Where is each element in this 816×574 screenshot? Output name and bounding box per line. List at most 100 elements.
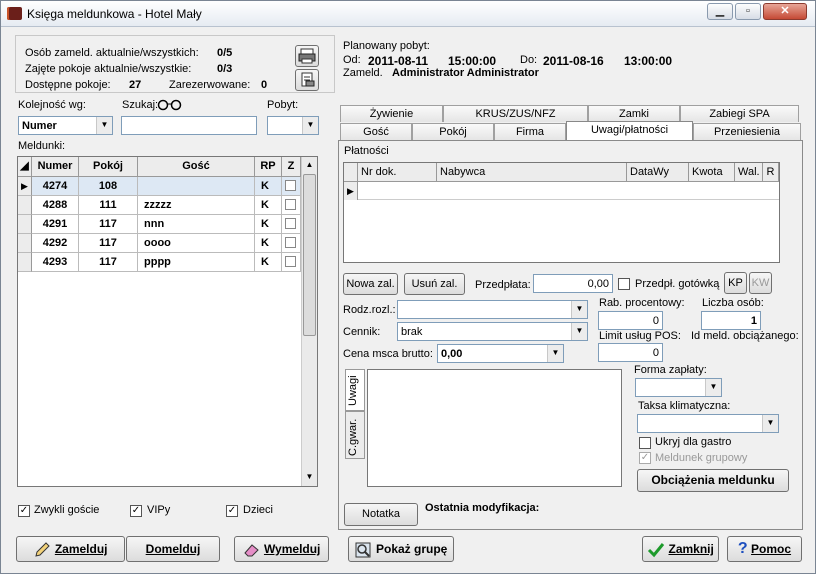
registrations-grid[interactable]: ◢ Numer Pokój Gość RP Z ▶ 4274 108 K 4288 111… xyxy=(17,156,318,487)
z-checkbox[interactable] xyxy=(285,237,296,248)
vip-checkbox[interactable]: ✓ xyxy=(130,505,142,517)
table-cell[interactable]: 117 xyxy=(79,215,138,234)
tab-zamki[interactable]: Zamki xyxy=(588,105,680,122)
table-cell[interactable]: zzzzz xyxy=(138,196,255,215)
table-cell[interactable]: 4292 xyxy=(32,234,79,253)
z-checkbox[interactable] xyxy=(285,256,296,267)
tab-notes[interactable]: Uwagi xyxy=(345,369,365,411)
tab-firma[interactable]: Firma xyxy=(494,123,566,140)
chevron-down-icon[interactable]: ▼ xyxy=(547,345,563,362)
z-checkbox[interactable] xyxy=(285,218,296,229)
regular-guests-checkbox[interactable]: ✓ xyxy=(18,505,30,517)
payments-grid[interactable]: Nr dok. Nabywca DataWy Kwota Wal. R ▶ xyxy=(343,162,780,263)
notes-textarea[interactable] xyxy=(367,369,622,487)
tab-uwagi-platnosci[interactable]: Uwagi/płatności xyxy=(566,121,693,140)
new-deposit-button[interactable]: Nowa zal. xyxy=(343,273,398,295)
help-button[interactable]: ? Pomoc xyxy=(727,536,802,562)
maximize-button[interactable]: ▫ xyxy=(735,3,761,20)
col-header[interactable]: DataWy xyxy=(627,163,689,182)
prepay-input[interactable]: 0,00 xyxy=(533,274,613,293)
scroll-down-icon[interactable]: ▼ xyxy=(302,469,317,485)
tab-gosc[interactable]: Gość xyxy=(340,123,412,140)
cena-combo[interactable]: 0,00 ▼ xyxy=(437,344,564,363)
tab-pokoj[interactable]: Pokój xyxy=(412,123,494,140)
z-checkbox[interactable] xyxy=(285,180,296,191)
scroll-up-icon[interactable]: ▲ xyxy=(302,157,317,173)
table-cell[interactable]: K xyxy=(255,196,282,215)
table-cell[interactable]: 4291 xyxy=(32,215,79,234)
stay-filter-combo[interactable]: ▼ xyxy=(267,116,319,135)
minimize-button[interactable]: ▁ xyxy=(707,3,733,20)
col-header[interactable]: RP xyxy=(255,157,282,177)
close-window-button[interactable]: Zamknij xyxy=(642,536,719,562)
chevron-down-icon[interactable]: ▼ xyxy=(705,379,721,396)
rodz-combo[interactable]: ▼ xyxy=(397,300,588,319)
table-cell[interactable]: 4293 xyxy=(32,253,79,272)
grid-scrollbar[interactable]: ▲ ▼ xyxy=(301,157,317,486)
payment-row[interactable] xyxy=(358,182,779,200)
kids-checkbox[interactable]: ✓ xyxy=(226,505,238,517)
search-input[interactable] xyxy=(121,116,257,135)
order-combo[interactable]: Numer ▼ xyxy=(18,116,113,135)
pos-limit-input[interactable]: 0 xyxy=(598,343,663,362)
print-preview-button[interactable] xyxy=(295,69,319,91)
tab-zywienie[interactable]: Żywienie xyxy=(340,105,443,122)
col-header[interactable]: Nabywca xyxy=(437,163,627,182)
table-cell[interactable]: K xyxy=(255,253,282,272)
note-button[interactable]: Notatka xyxy=(344,503,418,526)
table-cell[interactable]: 111 xyxy=(79,196,138,215)
cash-prepay-checkbox[interactable] xyxy=(618,278,630,290)
kw-button[interactable]: KW xyxy=(749,272,772,294)
cennik-combo[interactable]: brak ▼ xyxy=(397,322,588,341)
col-header[interactable]: Numer xyxy=(32,157,79,177)
row-indicator-icon: ▶ xyxy=(18,177,32,196)
charges-button[interactable]: Obciążenia meldunku xyxy=(637,469,789,492)
kp-button[interactable]: KP xyxy=(724,272,747,294)
check-in-button[interactable]: Zamelduj xyxy=(16,536,125,562)
tab-guarantee[interactable]: C.gwar. xyxy=(345,411,365,459)
table-cell[interactable]: oooo xyxy=(138,234,255,253)
persons-input[interactable]: 1 xyxy=(701,311,761,330)
col-header[interactable]: Pokój xyxy=(79,157,138,177)
discount-input[interactable]: 0 xyxy=(598,311,663,330)
col-header[interactable]: R xyxy=(763,163,779,182)
col-header[interactable]: Wal. xyxy=(735,163,763,182)
print-button[interactable] xyxy=(295,45,319,67)
col-header[interactable]: Z xyxy=(282,157,301,177)
table-cell[interactable]: 117 xyxy=(79,234,138,253)
chevron-down-icon[interactable]: ▼ xyxy=(571,301,587,318)
close-button[interactable]: ✕ xyxy=(763,3,807,20)
scroll-thumb[interactable] xyxy=(303,174,316,336)
table-cell[interactable]: K xyxy=(255,177,282,196)
chevron-down-icon[interactable]: ▼ xyxy=(571,323,587,340)
delete-deposit-button[interactable]: Usuń zal. xyxy=(404,273,465,295)
chevron-down-icon[interactable]: ▼ xyxy=(302,117,318,134)
show-group-button[interactable]: Pokaż grupę xyxy=(348,536,454,562)
table-cell[interactable]: K xyxy=(255,215,282,234)
hide-gastro-checkbox[interactable] xyxy=(639,437,651,449)
table-cell[interactable]: 4274 xyxy=(32,177,79,196)
climate-tax-combo[interactable]: ▼ xyxy=(637,414,779,433)
table-cell[interactable]: nnn xyxy=(138,215,255,234)
tab-krus[interactable]: KRUS/ZUS/NFZ xyxy=(443,105,588,122)
z-checkbox[interactable] xyxy=(285,199,296,210)
table-cell[interactable]: 117 xyxy=(79,253,138,272)
chevron-down-icon[interactable]: ▼ xyxy=(96,117,112,134)
col-header[interactable]: Nr dok. xyxy=(358,163,437,182)
add-checkin-button[interactable]: Domelduj xyxy=(126,536,220,562)
cena-label: Cena msca brutto: xyxy=(343,348,433,360)
table-cell[interactable]: pppp xyxy=(138,253,255,272)
chevron-down-icon[interactable]: ▼ xyxy=(762,415,778,432)
payment-form-combo[interactable]: ▼ xyxy=(635,378,722,397)
check-out-button[interactable]: Wymelduj xyxy=(234,536,329,562)
table-cell[interactable]: 108 xyxy=(79,177,138,196)
table-cell[interactable]: K xyxy=(255,234,282,253)
order-value: Numer xyxy=(22,120,57,132)
col-header[interactable]: Gość xyxy=(138,157,255,177)
tab-spa[interactable]: Zabiegi SPA xyxy=(680,105,799,122)
table-cell[interactable] xyxy=(138,177,255,196)
window-title: Księga meldunkowa - Hotel Mały xyxy=(27,7,202,21)
col-header[interactable]: Kwota xyxy=(689,163,735,182)
tab-przeniesienia[interactable]: Przeniesienia xyxy=(693,123,801,140)
table-cell[interactable]: 4288 xyxy=(32,196,79,215)
